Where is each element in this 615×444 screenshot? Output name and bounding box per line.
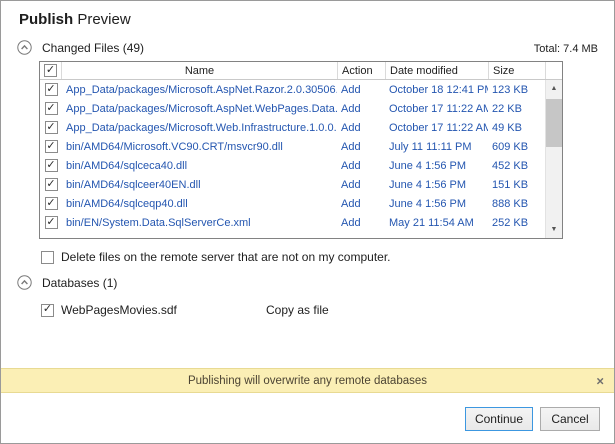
database-checkbox[interactable] bbox=[41, 304, 54, 317]
chevron-up-circle-icon[interactable] bbox=[17, 275, 32, 290]
row-checkbox[interactable] bbox=[45, 216, 58, 229]
table-row[interactable]: App_Data/packages/Microsoft.AspNet.WebPa… bbox=[40, 99, 545, 118]
file-name: bin/AMD64/Microsoft.VC90.CRT/msvcr90.dll bbox=[62, 141, 337, 153]
table-row[interactable]: App_Data/packages/Microsoft.AspNet.Razor… bbox=[40, 80, 545, 99]
cancel-button[interactable]: Cancel bbox=[540, 407, 600, 431]
file-name: bin/AMD64/sqlceca40.dll bbox=[62, 160, 337, 172]
file-action: Add bbox=[337, 103, 385, 115]
file-action: Add bbox=[337, 198, 385, 210]
delete-files-option[interactable]: Delete files on the remote server that a… bbox=[41, 250, 391, 264]
file-size: 123 KB bbox=[488, 84, 545, 96]
table-row[interactable]: bin/AMD64/sqlceer40EN.dll Add June 4 1:5… bbox=[40, 175, 545, 194]
file-size: 452 KB bbox=[488, 160, 545, 172]
vertical-scrollbar[interactable]: ▲ ▼ bbox=[545, 80, 562, 238]
select-all-checkbox[interactable] bbox=[44, 64, 57, 77]
file-size: 252 KB bbox=[488, 217, 545, 229]
file-size: 888 KB bbox=[488, 198, 545, 210]
publish-preview-dialog: Publish Preview Changed Files (49) Total… bbox=[0, 0, 615, 444]
databases-label: Databases (1) bbox=[42, 276, 117, 290]
table-row[interactable]: bin/AMD64/Microsoft.VC90.CRT/msvcr90.dll… bbox=[40, 137, 545, 156]
scroll-down-arrow-icon[interactable]: ▼ bbox=[546, 221, 562, 238]
page-title-light: Preview bbox=[77, 11, 130, 28]
table-row[interactable]: bin/AMD64/sqlceca40.dll Add June 4 1:56 … bbox=[40, 156, 545, 175]
table-row[interactable]: bin/AMD64/sqlceqp40.dll Add June 4 1:56 … bbox=[40, 194, 545, 213]
file-action: Add bbox=[337, 122, 385, 134]
file-action: Add bbox=[337, 217, 385, 229]
file-date: June 4 1:56 PM bbox=[385, 198, 488, 210]
row-checkbox[interactable] bbox=[45, 140, 58, 153]
file-action: Add bbox=[337, 141, 385, 153]
changed-files-label: Changed Files (49) bbox=[42, 41, 144, 55]
file-date: June 4 1:56 PM bbox=[385, 160, 488, 172]
file-name: App_Data/packages/Microsoft.AspNet.Razor… bbox=[62, 84, 337, 96]
scroll-up-arrow-icon[interactable]: ▲ bbox=[546, 80, 562, 97]
row-checkbox[interactable] bbox=[45, 121, 58, 134]
file-date: October 17 11:22 AM bbox=[385, 122, 488, 134]
file-size: 22 KB bbox=[488, 103, 545, 115]
table-body: App_Data/packages/Microsoft.AspNet.Razor… bbox=[40, 80, 545, 238]
row-checkbox[interactable] bbox=[45, 83, 58, 96]
file-name: bin/AMD64/sqlceer40EN.dll bbox=[62, 179, 337, 191]
warning-message: Publishing will overwrite any remote dat… bbox=[188, 375, 427, 387]
continue-button[interactable]: Continue bbox=[465, 407, 533, 431]
table-row[interactable]: bin/EN/System.Data.SqlServerCe.xml Add M… bbox=[40, 213, 545, 232]
row-checkbox[interactable] bbox=[45, 159, 58, 172]
file-date: October 18 12:41 PM bbox=[385, 84, 488, 96]
database-action: Copy as file bbox=[266, 303, 329, 317]
file-action: Add bbox=[337, 84, 385, 96]
file-size: 151 KB bbox=[488, 179, 545, 191]
file-action: Add bbox=[337, 179, 385, 191]
file-name: App_Data/packages/Microsoft.Web.Infrastr… bbox=[62, 122, 337, 134]
file-size: 609 KB bbox=[488, 141, 545, 153]
changed-files-section-header: Changed Files (49) bbox=[17, 40, 144, 55]
database-name: WebPagesMovies.sdf bbox=[61, 303, 177, 317]
header-checkbox-cell bbox=[40, 62, 62, 79]
file-name: bin/AMD64/sqlceqp40.dll bbox=[62, 198, 337, 210]
file-name: App_Data/packages/Microsoft.AspNet.WebPa… bbox=[62, 103, 337, 115]
header-spacer bbox=[546, 62, 562, 79]
delete-files-checkbox[interactable] bbox=[41, 251, 54, 264]
warning-banner: Publishing will overwrite any remote dat… bbox=[1, 368, 614, 393]
delete-files-label: Delete files on the remote server that a… bbox=[61, 250, 391, 264]
file-size: 49 KB bbox=[488, 122, 545, 134]
file-date: June 4 1:56 PM bbox=[385, 179, 488, 191]
chevron-up-circle-icon[interactable] bbox=[17, 40, 32, 55]
database-row[interactable]: WebPagesMovies.sdf Copy as file bbox=[41, 303, 461, 317]
file-date: October 17 11:22 AM bbox=[385, 103, 488, 115]
close-icon[interactable]: × bbox=[596, 373, 604, 388]
file-action: Add bbox=[337, 160, 385, 172]
file-date: May 21 11:54 AM bbox=[385, 217, 488, 229]
total-size-label: Total: 7.4 MB bbox=[534, 43, 598, 55]
table-header-row: Name Action Date modified Size bbox=[40, 62, 562, 80]
column-header-name[interactable]: Name bbox=[62, 62, 338, 79]
column-header-date-modified[interactable]: Date modified bbox=[386, 62, 489, 79]
databases-section-header: Databases (1) bbox=[17, 275, 117, 290]
row-checkbox[interactable] bbox=[45, 102, 58, 115]
table-row[interactable]: App_Data/packages/Microsoft.Web.Infrastr… bbox=[40, 118, 545, 137]
changed-files-table: Name Action Date modified Size App_Data/… bbox=[39, 61, 563, 239]
column-header-action[interactable]: Action bbox=[338, 62, 386, 79]
file-date: July 11 11:11 PM bbox=[385, 141, 488, 153]
row-checkbox[interactable] bbox=[45, 178, 58, 191]
column-header-size[interactable]: Size bbox=[489, 62, 546, 79]
page-title: Publish Preview bbox=[19, 11, 131, 28]
file-name: bin/EN/System.Data.SqlServerCe.xml bbox=[62, 217, 337, 229]
row-checkbox[interactable] bbox=[45, 197, 58, 210]
page-title-bold: Publish bbox=[19, 11, 73, 28]
scrollbar-thumb[interactable] bbox=[546, 99, 562, 147]
